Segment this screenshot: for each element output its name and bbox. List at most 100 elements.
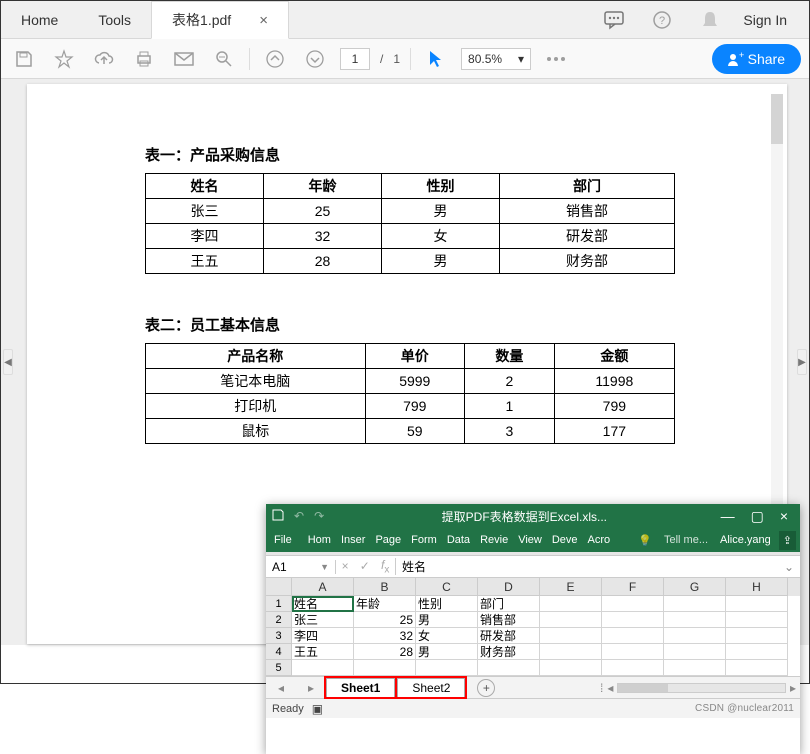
- col-G[interactable]: G: [664, 578, 726, 596]
- col-F[interactable]: F: [602, 578, 664, 596]
- sheet-tab-1[interactable]: Sheet1: [326, 678, 395, 697]
- star-icon[interactable]: [49, 50, 79, 68]
- row-2[interactable]: 2: [266, 612, 292, 628]
- cell[interactable]: 张三: [292, 612, 354, 628]
- cell[interactable]: 25: [354, 612, 416, 628]
- cell[interactable]: [602, 628, 664, 644]
- cell[interactable]: [540, 612, 602, 628]
- page-left[interactable]: ◀: [3, 349, 13, 375]
- maximize-icon[interactable]: ▢: [751, 508, 764, 525]
- sheet-nav-next-icon[interactable]: ▸: [308, 681, 314, 695]
- excel-redo-icon[interactable]: ↷: [314, 509, 324, 523]
- page-input[interactable]: [340, 48, 370, 70]
- ribbon-acrobat[interactable]: Acro: [584, 534, 615, 546]
- excel-share-icon[interactable]: ⇪: [779, 531, 796, 550]
- selection-icon[interactable]: [421, 50, 451, 68]
- col-E[interactable]: E: [540, 578, 602, 596]
- zoom-select[interactable]: 80.5% ▾: [461, 48, 531, 70]
- cell[interactable]: [540, 596, 602, 612]
- save-icon[interactable]: [9, 50, 39, 68]
- cell[interactable]: [540, 644, 602, 660]
- fx-cancel-icon[interactable]: ×: [342, 559, 349, 573]
- ribbon-developer[interactable]: Deve: [548, 534, 582, 546]
- col-H[interactable]: H: [726, 578, 788, 596]
- cell[interactable]: [540, 628, 602, 644]
- col-C[interactable]: C: [416, 578, 478, 596]
- excel-save-icon[interactable]: [272, 509, 284, 524]
- cell[interactable]: [726, 596, 788, 612]
- close-tab-icon[interactable]: ×: [259, 12, 268, 29]
- tab-home[interactable]: Home: [1, 1, 78, 38]
- cell[interactable]: 销售部: [478, 612, 540, 628]
- cell[interactable]: 男: [416, 612, 478, 628]
- ribbon-file[interactable]: File: [270, 534, 302, 546]
- fx-expand-icon[interactable]: ⌄: [778, 560, 800, 574]
- cell[interactable]: [354, 660, 416, 676]
- cell[interactable]: 年龄: [354, 596, 416, 612]
- formula-input[interactable]: 姓名: [396, 558, 778, 575]
- cell[interactable]: [664, 660, 726, 676]
- cell[interactable]: [602, 660, 664, 676]
- sheet-grid[interactable]: A B C D E F G H 1姓名年龄性别部门 2张三25男销售部 3李四3…: [266, 578, 800, 676]
- cell[interactable]: [540, 660, 602, 676]
- col-A[interactable]: A: [292, 578, 354, 596]
- fx-icon[interactable]: fx: [381, 558, 389, 575]
- cell[interactable]: 女: [416, 628, 478, 644]
- cell[interactable]: [664, 644, 726, 660]
- hscroll-knob[interactable]: [618, 684, 668, 692]
- cell[interactable]: [292, 660, 354, 676]
- sheet-nav-prev-icon[interactable]: ◂: [278, 681, 284, 695]
- cell[interactable]: [478, 660, 540, 676]
- tellme-text[interactable]: Tell me...: [660, 534, 712, 546]
- cell-A1[interactable]: 姓名: [292, 596, 354, 612]
- fx-enter-icon[interactable]: ✓: [360, 559, 370, 573]
- hscroll-grip-icon[interactable]: ⁞: [600, 681, 603, 695]
- cell[interactable]: [726, 628, 788, 644]
- cell[interactable]: [602, 644, 664, 660]
- cell[interactable]: [664, 628, 726, 644]
- name-box[interactable]: A1▼: [266, 560, 336, 574]
- chat-icon[interactable]: [599, 12, 629, 28]
- cell[interactable]: 李四: [292, 628, 354, 644]
- share-button[interactable]: + Share: [712, 44, 801, 74]
- page-right[interactable]: ▶: [797, 349, 807, 375]
- ribbon-insert[interactable]: Inser: [337, 534, 369, 546]
- cell[interactable]: [602, 596, 664, 612]
- cell[interactable]: [416, 660, 478, 676]
- ribbon-view[interactable]: View: [514, 534, 546, 546]
- excel-undo-icon[interactable]: ↶: [294, 509, 304, 523]
- cell[interactable]: 性别: [416, 596, 478, 612]
- cell[interactable]: 32: [354, 628, 416, 644]
- cell[interactable]: [726, 660, 788, 676]
- print-icon[interactable]: [129, 50, 159, 68]
- prev-page-icon[interactable]: [260, 50, 290, 68]
- cell[interactable]: [726, 612, 788, 628]
- bell-icon[interactable]: [695, 11, 725, 29]
- search-icon[interactable]: [209, 50, 239, 68]
- excel-user[interactable]: Alice.yang: [716, 534, 775, 546]
- hscroll-right-icon[interactable]: ▸: [790, 681, 796, 695]
- macro-record-icon[interactable]: ▣: [312, 702, 323, 716]
- row-3[interactable]: 3: [266, 628, 292, 644]
- tab-document[interactable]: 表格1.pdf ×: [151, 1, 289, 39]
- ribbon-formulas[interactable]: Form: [407, 534, 441, 546]
- col-B[interactable]: B: [354, 578, 416, 596]
- tab-tools[interactable]: Tools: [78, 1, 151, 38]
- ribbon-pagelayout[interactable]: Page: [371, 534, 405, 546]
- col-D[interactable]: D: [478, 578, 540, 596]
- cell[interactable]: 28: [354, 644, 416, 660]
- close-icon[interactable]: ×: [780, 508, 788, 525]
- cell[interactable]: 王五: [292, 644, 354, 660]
- row-4[interactable]: 4: [266, 644, 292, 660]
- excel-titlebar[interactable]: ↶ ↷ 提取PDF表格数据到Excel.xls... — ▢ ×: [266, 504, 800, 528]
- row-5[interactable]: 5: [266, 660, 292, 676]
- cell[interactable]: [664, 596, 726, 612]
- next-page-icon[interactable]: [300, 50, 330, 68]
- cell[interactable]: [664, 612, 726, 628]
- ribbon-home[interactable]: Hom: [304, 534, 335, 546]
- cell[interactable]: 男: [416, 644, 478, 660]
- scroll-knob[interactable]: [771, 94, 783, 144]
- add-sheet-button[interactable]: +: [477, 679, 495, 697]
- hscroll-track[interactable]: [617, 683, 786, 693]
- row-1[interactable]: 1: [266, 596, 292, 612]
